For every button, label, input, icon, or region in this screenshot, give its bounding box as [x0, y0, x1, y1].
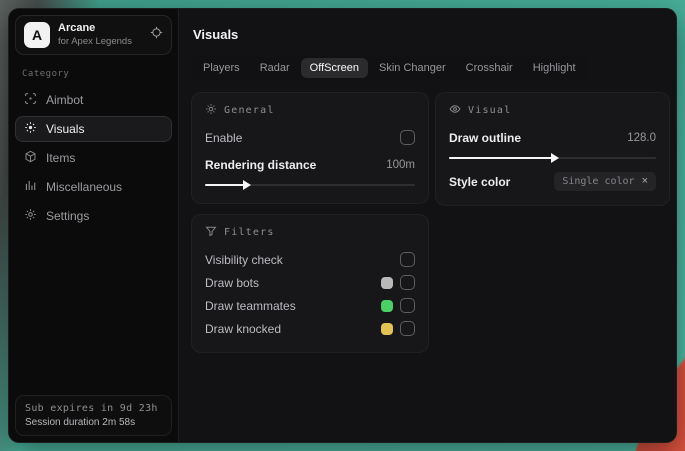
- draw-teammates-checkbox[interactable]: [400, 298, 415, 313]
- panel-title: Filters: [224, 227, 275, 238]
- category-label: Category: [22, 69, 70, 79]
- app-subtitle: for Apex Legends: [58, 35, 132, 47]
- filters-panel: Filters Visibility check Draw bots Draw …: [191, 214, 429, 353]
- tab-crosshair[interactable]: Crosshair: [457, 58, 522, 78]
- draw-knocked-checkbox[interactable]: [400, 321, 415, 336]
- crosshair-icon[interactable]: [150, 26, 163, 44]
- slider-fill: [205, 184, 245, 186]
- visibility-check-checkbox[interactable]: [400, 252, 415, 267]
- style-color-label: Style color: [449, 174, 511, 189]
- sidebar-item-aimbot[interactable]: Aimbot: [15, 87, 172, 113]
- sidebar-item-settings[interactable]: Settings: [15, 203, 172, 229]
- sidebar-item-label: Aimbot: [46, 93, 84, 107]
- enable-label: Enable: [205, 130, 243, 145]
- app-window: A Arcane for Apex Legends Category Aimbo…: [8, 8, 677, 443]
- draw-outline-label: Draw outline: [449, 130, 522, 145]
- rendering-distance-value: 100m: [386, 158, 415, 171]
- draw-outline-value: 128.0: [627, 131, 656, 144]
- filter-funnel-icon: [205, 225, 217, 240]
- page-title: Visuals: [193, 27, 239, 42]
- sidebar-item-visuals[interactable]: Visuals: [15, 116, 172, 142]
- draw-bots-checkbox[interactable]: [400, 275, 415, 290]
- visual-panel: Visual Draw outline 128.0 Style color Si…: [435, 92, 670, 206]
- sun-icon: [205, 103, 217, 118]
- session-duration-text: Session duration 2m 58s: [25, 417, 136, 428]
- tab-bar: Players Radar OffScreen Skin Changer Cro…: [191, 56, 588, 80]
- sidebar-item-label: Miscellaneous: [46, 180, 123, 194]
- visibility-check-label: Visibility check: [205, 252, 283, 267]
- panel-title: Visual: [468, 105, 512, 116]
- slider-thumb[interactable]: [550, 153, 559, 163]
- draw-outline-slider[interactable]: [449, 153, 656, 163]
- app-logo: A: [24, 22, 50, 48]
- slider-fill: [449, 157, 553, 159]
- brand-card[interactable]: A Arcane for Apex Legends: [15, 15, 172, 55]
- style-color-select[interactable]: Single color ×: [554, 172, 656, 191]
- tab-highlight[interactable]: Highlight: [524, 58, 585, 78]
- sidebar-item-miscellaneous[interactable]: Miscellaneous: [15, 174, 172, 200]
- aimbot-scan-icon: [24, 92, 37, 108]
- draw-bots-color-swatch[interactable]: [381, 276, 393, 289]
- items-cube-icon: [24, 150, 37, 166]
- app-name: Arcane: [58, 22, 96, 35]
- rendering-distance-label: Rendering distance: [205, 157, 317, 172]
- style-color-selected-value: Single color: [562, 176, 635, 187]
- tab-offscreen[interactable]: OffScreen: [300, 58, 368, 78]
- sidebar-item-label: Visuals: [46, 122, 85, 136]
- panel-title: General: [224, 105, 275, 116]
- sidebar: A Arcane for Apex Legends Category Aimbo…: [9, 9, 179, 442]
- tab-radar[interactable]: Radar: [251, 58, 299, 78]
- draw-bots-label: Draw bots: [205, 275, 260, 290]
- sidebar-item-label: Items: [46, 151, 76, 165]
- tab-skin-changer[interactable]: Skin Changer: [370, 58, 455, 78]
- sidebar-item-label: Settings: [46, 209, 90, 223]
- visuals-iris-icon: [24, 121, 37, 137]
- general-panel: General Enable Rendering distance 100m: [191, 92, 429, 204]
- rendering-distance-slider[interactable]: [205, 180, 415, 190]
- draw-knocked-label: Draw knocked: [205, 321, 282, 336]
- sub-expires-text: Sub expires in 9d 23h: [25, 403, 158, 414]
- draw-knocked-color-swatch[interactable]: [381, 322, 393, 335]
- brand-text: Arcane for Apex Legends: [58, 22, 142, 48]
- clear-x-icon[interactable]: ×: [642, 176, 648, 187]
- misc-columns-icon: [24, 179, 37, 195]
- draw-teammates-label: Draw teammates: [205, 298, 296, 313]
- main-content: Visuals Players Radar OffScreen Skin Cha…: [179, 9, 676, 442]
- sidebar-nav: Aimbot Visuals Items Miscellaneous Setti…: [15, 87, 172, 229]
- tab-players[interactable]: Players: [194, 58, 249, 78]
- slider-thumb[interactable]: [242, 180, 251, 190]
- sidebar-item-items[interactable]: Items: [15, 145, 172, 171]
- eye-icon: [449, 103, 461, 118]
- enable-checkbox[interactable]: [400, 130, 415, 145]
- subscription-card: Sub expires in 9d 23h Session duration 2…: [15, 395, 172, 436]
- draw-teammates-color-swatch[interactable]: [381, 299, 393, 312]
- settings-gear-icon: [24, 208, 37, 224]
